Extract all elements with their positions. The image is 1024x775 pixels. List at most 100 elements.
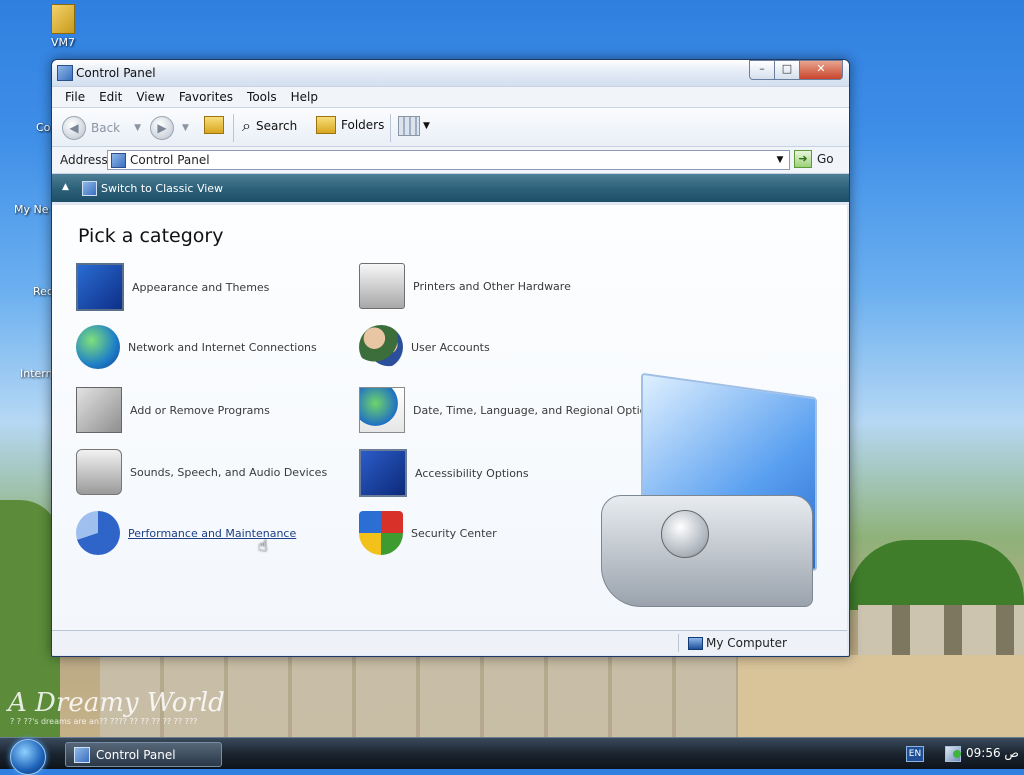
control-panel-icon bbox=[57, 65, 73, 81]
back-dropdown-icon[interactable]: ▼ bbox=[134, 123, 141, 133]
language-indicator[interactable]: EN bbox=[906, 746, 924, 762]
category-label: User Accounts bbox=[411, 340, 490, 354]
status-location: My Computer bbox=[706, 636, 787, 650]
category-label: Printers and Other Hardware bbox=[413, 279, 571, 293]
address-dropdown-icon[interactable]: ▼ bbox=[773, 151, 787, 169]
status-tray-icon bbox=[953, 750, 961, 758]
forward-dropdown-icon[interactable]: ▼ bbox=[182, 123, 189, 133]
category-accessibility[interactable]: Accessibility Options bbox=[359, 449, 529, 497]
control-panel-illustration bbox=[601, 372, 817, 610]
search-label: Search bbox=[255, 119, 298, 133]
menu-tools[interactable]: Tools bbox=[240, 90, 284, 104]
views-button[interactable]: ▼ bbox=[398, 116, 430, 136]
up-folder-icon bbox=[204, 116, 224, 134]
start-button[interactable] bbox=[10, 739, 46, 775]
desktop-icon-label: VM7 bbox=[50, 36, 75, 49]
category-network[interactable]: Network and Internet Connections bbox=[76, 325, 317, 369]
switch-classic-view-link[interactable]: Switch to Classic View bbox=[101, 182, 223, 195]
sound-icon bbox=[76, 449, 122, 495]
category-appearance-themes[interactable]: Appearance and Themes bbox=[76, 263, 269, 311]
window-title: Control Panel bbox=[76, 66, 156, 80]
wallpaper-subtitle: ? ? ??'s dreams are an?? ???? ?? ?? ?? ?… bbox=[10, 717, 198, 726]
back-label: Back bbox=[91, 121, 121, 135]
menu-edit[interactable]: Edit bbox=[92, 90, 129, 104]
category-label: Accessibility Options bbox=[415, 466, 529, 480]
menu-view[interactable]: View bbox=[129, 90, 171, 104]
control-panel-icon bbox=[74, 746, 90, 763]
control-panel-icon bbox=[111, 153, 126, 168]
category-label: Add or Remove Programs bbox=[130, 403, 270, 417]
folders-icon bbox=[316, 116, 336, 134]
search-icon: ⌕ bbox=[242, 116, 251, 135]
file-icon bbox=[51, 4, 75, 34]
toolbar-separator bbox=[233, 114, 234, 142]
printer-icon bbox=[359, 263, 405, 309]
views-dropdown-icon: ▼ bbox=[423, 121, 430, 131]
collapse-icon[interactable]: ▲ bbox=[62, 182, 69, 192]
date-time-icon bbox=[359, 387, 405, 433]
menu-favorites[interactable]: Favorites bbox=[172, 90, 240, 104]
wallpaper-ground bbox=[738, 655, 1024, 737]
accessibility-icon bbox=[359, 449, 407, 497]
taskbar-item-label: Control Panel bbox=[96, 747, 176, 762]
appearance-themes-icon bbox=[76, 263, 124, 311]
desktop-icon-partial-4[interactable]: Intern bbox=[20, 367, 53, 380]
views-icon bbox=[398, 116, 420, 136]
close-button[interactable]: ✕ bbox=[799, 60, 843, 80]
classic-view-bar: ▲ Switch to Classic View bbox=[52, 174, 849, 202]
up-folder-button[interactable] bbox=[204, 116, 229, 134]
category-add-remove-programs[interactable]: Add or Remove Programs bbox=[76, 387, 270, 433]
category-label: Network and Internet Connections bbox=[128, 340, 317, 354]
category-sounds[interactable]: Sounds, Speech, and Audio Devices bbox=[76, 449, 327, 495]
forward-arrow-icon: ▶ bbox=[150, 116, 174, 140]
wallpaper-ruins-right bbox=[858, 605, 1024, 660]
control-panel-icon bbox=[82, 181, 97, 196]
desktop-icon-partial-1[interactable]: Co bbox=[36, 121, 50, 134]
network-icon bbox=[76, 325, 120, 369]
desktop-icon-vm7[interactable]: VM7 bbox=[28, 4, 98, 49]
address-label: Address bbox=[60, 153, 108, 167]
status-divider bbox=[678, 634, 679, 652]
address-value: Control Panel bbox=[130, 153, 210, 167]
add-remove-programs-icon bbox=[76, 387, 122, 433]
wallpaper-hill-right bbox=[848, 540, 1024, 610]
clock[interactable]: 09:56 ص bbox=[966, 746, 1019, 760]
illustration-base bbox=[601, 495, 813, 607]
desktop-icon-partial-2[interactable]: My Ne bbox=[14, 203, 49, 216]
minimize-button[interactable]: – bbox=[749, 60, 775, 80]
category-label: Security Center bbox=[411, 526, 497, 540]
folders-label: Folders bbox=[341, 118, 385, 132]
category-printers-hardware[interactable]: Printers and Other Hardware bbox=[359, 263, 571, 309]
hand-cursor-icon: ☝ bbox=[258, 536, 268, 555]
category-view: Pick a category Appearance and Themes Ne… bbox=[52, 205, 847, 630]
forward-button[interactable]: ▶ ▼ bbox=[150, 116, 189, 140]
category-user-accounts[interactable]: User Accounts bbox=[359, 325, 490, 369]
menu-file[interactable]: File bbox=[58, 90, 92, 104]
folders-button[interactable]: Folders bbox=[316, 116, 384, 134]
taskbar-control-panel[interactable]: Control Panel bbox=[65, 742, 222, 767]
category-label: Appearance and Themes bbox=[132, 280, 270, 294]
title-bar[interactable]: Control Panel – □ ✕ bbox=[52, 60, 849, 86]
wallpaper-title: A Dreamy World bbox=[8, 688, 225, 718]
maximize-button[interactable]: □ bbox=[774, 60, 800, 80]
back-button[interactable]: ◀ Back ▼ bbox=[62, 116, 141, 140]
menu-bar: File Edit View Favorites Tools Help bbox=[52, 86, 849, 108]
taskbar: Control Panel EN 09:56 ص bbox=[0, 737, 1024, 775]
toolbar-separator bbox=[390, 114, 391, 142]
menu-help[interactable]: Help bbox=[284, 90, 325, 104]
page-title: Pick a category bbox=[78, 225, 224, 247]
address-input[interactable]: Control Panel ▼ bbox=[107, 150, 790, 170]
search-button[interactable]: ⌕ Search bbox=[242, 116, 297, 136]
go-arrow-icon: ➜ bbox=[794, 150, 812, 168]
go-label: Go bbox=[817, 152, 834, 166]
control-panel-window: Control Panel – □ ✕ File Edit View Favor… bbox=[51, 59, 850, 657]
address-bar: Address Control Panel ▼ ➜ Go bbox=[52, 147, 849, 174]
illustration-knob-icon bbox=[661, 510, 709, 558]
category-label: Performance and Maintenance bbox=[128, 526, 297, 540]
category-security-center[interactable]: Security Center bbox=[359, 511, 497, 555]
status-bar: My Computer bbox=[52, 630, 847, 655]
toolbar: ◀ Back ▼ ▶ ▼ ⌕ Search Folders ▼ bbox=[52, 108, 849, 147]
back-arrow-icon: ◀ bbox=[62, 116, 86, 140]
go-button[interactable]: ➜ Go bbox=[794, 150, 834, 168]
desktop-icon-partial-3[interactable]: Rec bbox=[33, 285, 53, 298]
